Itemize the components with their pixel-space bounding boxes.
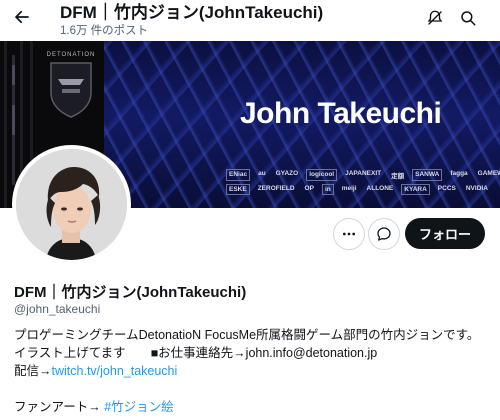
- team-logo-icon: [50, 62, 92, 118]
- notify-button[interactable]: [425, 8, 445, 28]
- fanart-hashtag-link[interactable]: #竹ジョン絵: [104, 400, 173, 414]
- bio-fanart-prefix: ファンアート→: [14, 400, 105, 414]
- bio-stream-prefix: 配信→: [14, 364, 52, 378]
- sponsor-logo: NVIDIA: [465, 185, 488, 192]
- sponsor-logo: ESKE: [226, 184, 250, 195]
- post-count: 1.6万 件のポスト: [60, 25, 149, 37]
- sponsor-logo: OP: [304, 185, 314, 192]
- sponsor-logo: GYAZO: [275, 170, 299, 177]
- search-button[interactable]: [458, 8, 478, 28]
- header-title-block: DFM｜竹内ジョン(JohnTakeuchi) 1.6万 件のポスト: [60, 3, 323, 39]
- bell-off-icon: [427, 10, 443, 25]
- sponsor-logo: in: [321, 184, 334, 195]
- crest-label: DETONATION: [46, 52, 96, 58]
- sponsor-logo: PCCS: [437, 185, 456, 192]
- sponsor-logo: KYARA: [401, 184, 430, 195]
- profile-name: DFM｜竹内ジョン(JohnTakeuchi): [14, 284, 247, 301]
- profile-handle: @john_takeuchi: [14, 302, 101, 316]
- top-bar: DFM｜竹内ジョン(JohnTakeuchi) 1.6万 件のポスト: [0, 0, 500, 41]
- page-title: DFM｜竹内ジョン(JohnTakeuchi): [60, 3, 324, 22]
- more-button[interactable]: [333, 218, 365, 250]
- sponsor-logo: meiji: [341, 185, 357, 192]
- more-icon: [343, 232, 355, 236]
- vertical-logo-text: [12, 55, 15, 185]
- sponsor-logo: ALLONE: [366, 185, 394, 192]
- back-button[interactable]: [11, 6, 33, 28]
- search-icon: [461, 11, 476, 26]
- twitch-link[interactable]: twitch.tv/john_takeuchi: [52, 364, 178, 378]
- sponsor-logo: ENiac: [226, 169, 251, 181]
- arrow-left-icon: [15, 10, 29, 24]
- message-icon: [377, 227, 391, 241]
- bio-line-3: 配信→twitch.tv/john_takeuchi: [14, 362, 177, 380]
- avatar: [16, 149, 127, 260]
- bio-line-4: ファンアート→ #竹ジョン絵: [14, 398, 174, 416]
- sponsor-logo: fagga: [450, 170, 468, 177]
- sponsor-logo: SANWA: [412, 169, 443, 181]
- follow-button[interactable]: フォロー: [405, 218, 485, 249]
- sponsor-logo: au: [258, 170, 266, 177]
- sponsor-row-2: ESKE ZEROFIELD OP in meiji ALLONE KYARA PCCS NVI…: [226, 184, 490, 195]
- bio-line-1: プロゲーミングチームDetonatioN FocusMe所属格闘ゲーム部門の竹内…: [14, 328, 480, 342]
- sponsor-logo: GAMEWITH: [477, 170, 500, 177]
- avatar-ring[interactable]: [12, 145, 131, 264]
- sponsor-row-1: ENiac au GYAZO logicool JAPANEXIT 定額 SANWA fagg…: [226, 169, 500, 181]
- sponsor-logo: 定額: [391, 173, 405, 180]
- banner-name: John Takeuchi: [240, 97, 442, 130]
- avatar-photo: [16, 149, 127, 260]
- sponsor-logo: JAPANEXIT: [345, 170, 382, 177]
- sponsor-logo: logicool: [306, 169, 338, 181]
- message-button[interactable]: [368, 218, 400, 250]
- bio-line-2: イラスト上げてます ■お仕事連絡先→john.info@detonation.j…: [14, 346, 378, 360]
- sponsor-logo: ZEROFIELD: [257, 185, 295, 192]
